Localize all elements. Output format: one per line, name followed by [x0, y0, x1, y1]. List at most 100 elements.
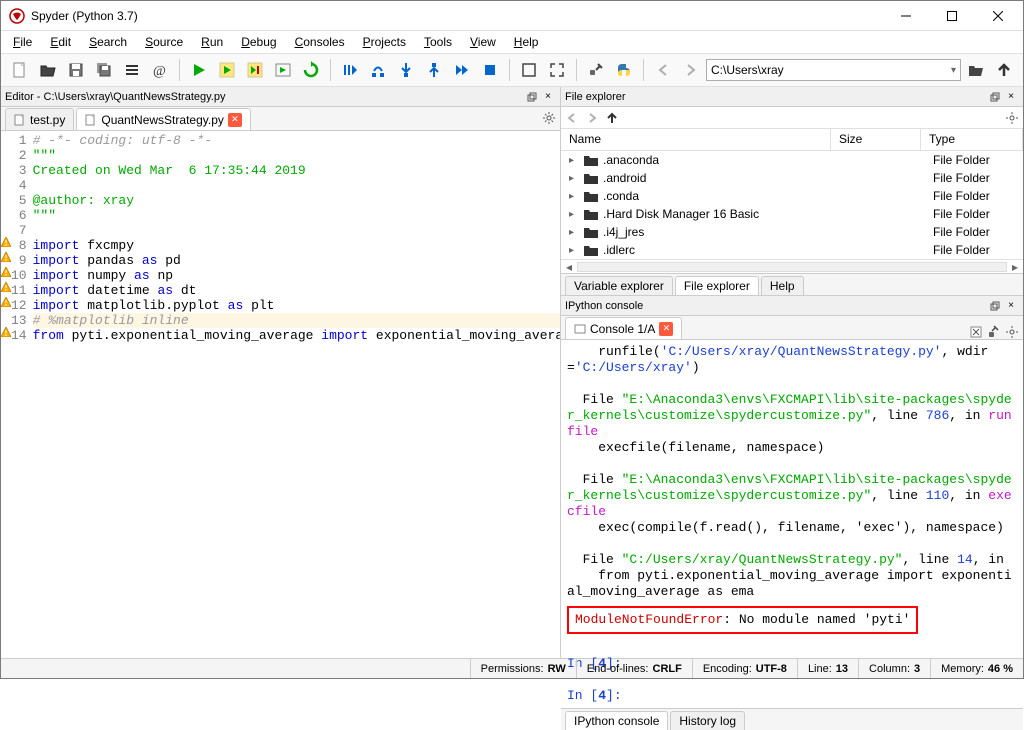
menu-source[interactable]: Source	[137, 33, 191, 51]
close-tab-icon[interactable]: ✕	[228, 113, 242, 127]
run-cell-button[interactable]	[214, 57, 240, 83]
bottom-tab[interactable]: IPython console	[565, 711, 668, 730]
file-row[interactable]: ▸.androidFile Folder	[561, 169, 1023, 187]
step-over-button[interactable]	[365, 57, 391, 83]
run-cell-advance-button[interactable]	[242, 57, 268, 83]
editor-tab[interactable]: test.py	[5, 108, 74, 130]
gear-icon[interactable]	[1005, 325, 1019, 339]
expand-icon[interactable]: ▸	[569, 227, 579, 238]
fullscreen-button[interactable]	[544, 57, 570, 83]
expand-icon[interactable]: ▸	[569, 191, 579, 202]
file-row[interactable]: ▸.idlercFile Folder	[561, 241, 1023, 259]
horizontal-scrollbar[interactable]: ◂▸	[561, 259, 1023, 273]
parent-dir-button[interactable]	[991, 57, 1017, 83]
console-tabbar: Console 1/A ✕	[561, 316, 1023, 340]
gear-icon[interactable]	[542, 111, 556, 125]
explorer-bottom-tabs: Variable explorerFile explorerHelp	[561, 273, 1023, 295]
close-tab-icon[interactable]: ✕	[659, 322, 673, 336]
stop-kernel-icon[interactable]	[969, 325, 983, 339]
step-into-button[interactable]	[393, 57, 419, 83]
undock-icon[interactable]	[987, 298, 1003, 314]
run-button[interactable]	[186, 57, 212, 83]
bottom-tab[interactable]: Variable explorer	[565, 276, 673, 295]
spyder-icon	[9, 8, 25, 24]
console-output[interactable]: runfile('C:/Users/xray/QuantNewsStrategy…	[561, 340, 1023, 708]
status-permissions: Permissions: RW	[470, 659, 576, 678]
file-row[interactable]: ▸.i4j_jresFile Folder	[561, 223, 1023, 241]
open-file-button[interactable]	[35, 57, 61, 83]
expand-icon[interactable]: ▸	[569, 209, 579, 220]
close-pane-icon[interactable]: ×	[1003, 89, 1019, 105]
editor-pane: Editor - C:\Users\xray\QuantNewsStrategy…	[1, 87, 561, 658]
status-eol: End-of-lines: CRLF	[576, 659, 692, 678]
working-directory-input[interactable]: ▾	[706, 59, 961, 81]
expand-icon[interactable]: ▸	[569, 173, 579, 184]
debug-button[interactable]	[337, 57, 363, 83]
undock-icon[interactable]	[987, 89, 1003, 105]
chevron-down-icon[interactable]: ▾	[951, 65, 956, 76]
menu-bar: FileEditSearchSourceRunDebugConsolesProj…	[1, 31, 1023, 53]
inspect-icon[interactable]	[987, 325, 1001, 339]
menu-file[interactable]: File	[5, 33, 40, 51]
file-row[interactable]: ▸.Hard Disk Manager 16 BasicFile Folder	[561, 205, 1023, 223]
console-tab[interactable]: Console 1/A ✕	[565, 317, 682, 339]
parent-dir-icon[interactable]	[605, 111, 619, 125]
menu-edit[interactable]: Edit	[42, 33, 79, 51]
menu-view[interactable]: View	[462, 33, 504, 51]
file-row[interactable]: ▸.condaFile Folder	[561, 187, 1023, 205]
preferences-button[interactable]	[583, 57, 609, 83]
menu-consoles[interactable]: Consoles	[287, 33, 353, 51]
stop-button[interactable]	[477, 57, 503, 83]
list-button[interactable]	[119, 57, 145, 83]
bottom-tab[interactable]: History log	[670, 711, 745, 730]
status-encoding: Encoding: UTF-8	[692, 659, 797, 678]
window-titlebar: Spyder (Python 3.7)	[1, 1, 1023, 31]
close-button[interactable]	[975, 1, 1021, 31]
menu-search[interactable]: Search	[81, 33, 135, 51]
nav-forward-icon[interactable]	[585, 111, 599, 125]
maximize-pane-button[interactable]	[516, 57, 542, 83]
python-path-button[interactable]	[611, 57, 637, 83]
save-all-button[interactable]	[91, 57, 117, 83]
menu-help[interactable]: Help	[506, 33, 547, 51]
maximize-button[interactable]	[929, 1, 975, 31]
bottom-tab[interactable]: File explorer	[675, 276, 759, 295]
nav-back-button[interactable]	[650, 57, 676, 83]
editor-tab[interactable]: QuantNewsStrategy.py✕	[76, 108, 251, 130]
column-size[interactable]: Size	[831, 129, 921, 150]
menu-run[interactable]: Run	[193, 33, 231, 51]
main-toolbar: @ ▾	[1, 53, 1023, 87]
step-out-button[interactable]	[421, 57, 447, 83]
save-button[interactable]	[63, 57, 89, 83]
file-explorer-pane: File explorer × Name Size Type ▸.anacond…	[561, 87, 1023, 296]
column-name[interactable]: Name	[561, 129, 831, 150]
editor-pane-title: Editor - C:\Users\xray\QuantNewsStrategy…	[1, 87, 560, 107]
function-button[interactable]: @	[147, 57, 173, 83]
run-selection-button[interactable]	[270, 57, 296, 83]
expand-icon[interactable]: ▸	[569, 245, 579, 256]
path-input[interactable]	[711, 63, 951, 77]
browse-dir-button[interactable]	[963, 57, 989, 83]
column-type[interactable]: Type	[921, 129, 1023, 150]
minimize-button[interactable]	[883, 1, 929, 31]
expand-icon[interactable]: ▸	[569, 155, 579, 166]
rerun-button[interactable]	[298, 57, 324, 83]
svg-text:@: @	[153, 64, 166, 79]
gear-icon[interactable]	[1005, 111, 1019, 125]
status-bar: Permissions: RW End-of-lines: CRLF Encod…	[1, 658, 1023, 678]
undock-icon[interactable]	[524, 89, 540, 105]
bottom-tab[interactable]: Help	[761, 276, 804, 295]
menu-debug[interactable]: Debug	[233, 33, 284, 51]
new-file-button[interactable]	[7, 57, 33, 83]
close-pane-icon[interactable]: ×	[540, 89, 556, 105]
close-pane-icon[interactable]: ×	[1003, 298, 1019, 314]
code-editor[interactable]: 1234567891011121314 # -*- coding: utf-8 …	[1, 131, 560, 658]
file-row[interactable]: ▸.anacondaFile Folder	[561, 151, 1023, 169]
menu-tools[interactable]: Tools	[416, 33, 460, 51]
nav-back-icon[interactable]	[565, 111, 579, 125]
console-bottom-tabs: IPython consoleHistory log	[561, 708, 1023, 730]
continue-button[interactable]	[449, 57, 475, 83]
console-icon	[574, 323, 586, 335]
menu-projects[interactable]: Projects	[355, 33, 414, 51]
nav-forward-button[interactable]	[678, 57, 704, 83]
